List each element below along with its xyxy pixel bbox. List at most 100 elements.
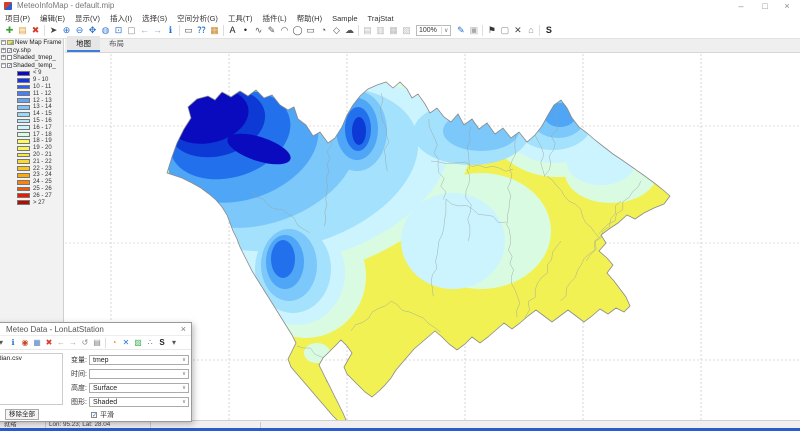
reshape-feature-icon[interactable]: ⌂ bbox=[524, 24, 537, 37]
legend-item: 19 - 20 bbox=[0, 145, 63, 152]
plot-type-select[interactable]: Shaded∨ bbox=[89, 397, 189, 407]
layer-node-Shaded_temp_[interactable]: −✓Shaded_temp_ bbox=[0, 62, 63, 70]
dialog-close-icon[interactable]: × bbox=[181, 324, 186, 334]
previous-time-icon[interactable]: ← bbox=[55, 337, 67, 349]
legend-swatch bbox=[17, 119, 30, 124]
maximize-button[interactable]: □ bbox=[754, 0, 776, 12]
remove-data-icon[interactable]: ✖ bbox=[43, 337, 55, 349]
layer-node-cy.shp[interactable]: +✓cy.shp bbox=[0, 47, 63, 55]
menu-item-7[interactable]: 工具(T) bbox=[223, 13, 258, 24]
close-button[interactable]: × bbox=[776, 0, 798, 12]
data-table-icon[interactable]: ▦ bbox=[31, 337, 43, 349]
expand-icon[interactable]: + bbox=[1, 55, 6, 60]
menu-item-8[interactable]: 插件(L) bbox=[258, 13, 292, 24]
select-feature-icon[interactable]: ⚑ bbox=[485, 24, 498, 37]
close-project-icon[interactable]: ✖ bbox=[29, 24, 42, 37]
legend-item: 17 - 18 bbox=[0, 131, 63, 138]
chevron-down-icon[interactable]: ∨ bbox=[182, 357, 186, 363]
dialog-title-bar[interactable]: Meteo Data - LonLatStation × bbox=[0, 323, 191, 336]
legend-item: > 27 bbox=[0, 199, 63, 206]
minimize-button[interactable]: – bbox=[730, 0, 752, 12]
tab-layout[interactable]: 布局 bbox=[100, 36, 133, 52]
legend-item: 20 - 21 bbox=[0, 152, 63, 159]
delete-feature-icon[interactable]: ✕ bbox=[511, 24, 524, 37]
draw-rectangle-icon[interactable]: ▭ bbox=[304, 24, 317, 37]
expand-icon[interactable]: − bbox=[1, 63, 6, 68]
draw-freehand-icon[interactable]: ✎ bbox=[265, 24, 278, 37]
station-model-icon[interactable]: S bbox=[156, 337, 168, 349]
map-frame-label: New Map Frame bbox=[15, 39, 62, 46]
layout-tool-icon-4[interactable]: ▧ bbox=[400, 24, 413, 37]
next-time-icon[interactable]: → bbox=[67, 337, 79, 349]
data-info-icon[interactable]: ℹ bbox=[7, 337, 19, 349]
menu-item-10[interactable]: Sample bbox=[327, 14, 362, 23]
raster-icon[interactable]: ▨ bbox=[132, 337, 144, 349]
menu-item-11[interactable]: TrajStat bbox=[363, 14, 399, 23]
add-feature-icon[interactable]: ▢ bbox=[498, 24, 511, 37]
edit-save-icon[interactable]: ▣ bbox=[467, 24, 480, 37]
variable-select[interactable]: tmep∨ bbox=[89, 355, 189, 365]
layout-tool-icon-1[interactable]: ▤ bbox=[361, 24, 374, 37]
layer-visibility-checkbox[interactable]: ✓ bbox=[7, 63, 12, 68]
draw-cloud-icon[interactable]: ☁ bbox=[343, 24, 356, 37]
expand-icon[interactable]: + bbox=[1, 48, 6, 53]
chevron-down-icon[interactable]: ∨ bbox=[182, 371, 186, 377]
chevron-down-icon[interactable]: ∨ bbox=[182, 385, 186, 391]
layer-visibility-checkbox[interactable] bbox=[7, 55, 12, 60]
legend-item: 14 - 15 bbox=[0, 111, 63, 118]
legend-label: 11 - 12 bbox=[33, 91, 51, 97]
select-dropdown-icon[interactable]: ▭ bbox=[182, 24, 195, 37]
collapse-icon[interactable]: − bbox=[1, 40, 6, 45]
level-select[interactable]: Surface∨ bbox=[89, 383, 189, 393]
zoom-previous-icon[interactable]: ← bbox=[138, 24, 151, 37]
title-bar: MeteoInfoMap - default.mip – □ × bbox=[0, 0, 800, 13]
model-dropdown-icon[interactable]: ▾ bbox=[168, 337, 180, 349]
tab-map[interactable]: 地图 bbox=[67, 36, 100, 52]
chevron-down-icon[interactable]: ∨ bbox=[441, 27, 448, 34]
zoom-level-combo[interactable]: 100%∨ bbox=[416, 25, 451, 36]
smooth-option[interactable]: ✓ 平滑 bbox=[65, 409, 189, 421]
draw-circle-icon[interactable]: ◔ bbox=[317, 24, 330, 37]
animate-icon[interactable]: ↺ bbox=[79, 337, 91, 349]
menu-item-5[interactable]: 选择(S) bbox=[137, 13, 172, 24]
menu-item-4[interactable]: 插入(I) bbox=[105, 13, 137, 24]
wind-vector-icon[interactable]: ✕ bbox=[120, 337, 132, 349]
menu-item-6[interactable]: 空间分析(G) bbox=[172, 13, 223, 24]
chevron-down-icon[interactable]: ∨ bbox=[182, 399, 186, 405]
data-file-list[interactable]: dian.csv bbox=[0, 353, 63, 405]
remove-all-button[interactable]: 移除全部 bbox=[5, 409, 39, 420]
station-position-icon[interactable]: ◉ bbox=[19, 337, 31, 349]
menu-item-1[interactable]: 项目(P) bbox=[0, 13, 35, 24]
smooth-checkbox[interactable]: ✓ bbox=[91, 412, 97, 418]
contour-icon[interactable]: ◔ bbox=[108, 337, 120, 349]
identify-icon[interactable]: ℹ bbox=[164, 24, 177, 37]
add-layer-icon[interactable]: ✚ bbox=[3, 24, 16, 37]
menu-item-9[interactable]: 帮助(H) bbox=[292, 13, 327, 24]
edit-start-icon[interactable]: ✎ bbox=[454, 24, 467, 37]
layer-visibility-checkbox[interactable]: ✓ bbox=[7, 48, 12, 53]
open-data-dropdown-icon[interactable]: ▾ bbox=[0, 337, 7, 349]
select-arrow-icon[interactable]: ➤ bbox=[47, 24, 60, 37]
print-icon[interactable]: ▤ bbox=[91, 337, 103, 349]
attribute-table-icon[interactable]: ▦ bbox=[208, 24, 221, 37]
file-list-item[interactable]: dian.csv bbox=[0, 354, 62, 362]
draw-point-icon[interactable]: • bbox=[239, 24, 252, 37]
draw-polygon-icon[interactable]: ◇ bbox=[330, 24, 343, 37]
zoom-next-icon[interactable]: → bbox=[151, 24, 164, 37]
scatter-icon[interactable]: ∴ bbox=[144, 337, 156, 349]
open-project-icon[interactable]: ▤ bbox=[16, 24, 29, 37]
legend-label: 9 - 10 bbox=[33, 77, 48, 83]
layout-tool-icon-2[interactable]: ▥ bbox=[374, 24, 387, 37]
layer-node-Shaded_tmep_[interactable]: +Shaded_tmep_ bbox=[0, 54, 63, 62]
station-model-icon[interactable]: S bbox=[542, 24, 555, 37]
layout-tool-icon-3[interactable]: ▦ bbox=[387, 24, 400, 37]
query-icon[interactable]: ⁇ bbox=[195, 24, 208, 37]
menu-item-3[interactable]: 显示(V) bbox=[70, 13, 105, 24]
time-select[interactable]: ∨ bbox=[89, 369, 189, 379]
map-frame-node[interactable]: − New Map Frame bbox=[0, 39, 63, 47]
draw-curve-icon[interactable]: ◠ bbox=[278, 24, 291, 37]
draw-ellipse-icon[interactable]: ◯ bbox=[291, 24, 304, 37]
menu-item-2[interactable]: 编辑(E) bbox=[35, 13, 70, 24]
text-label-icon[interactable]: A bbox=[226, 24, 239, 37]
draw-polyline-icon[interactable]: ∿ bbox=[252, 24, 265, 37]
